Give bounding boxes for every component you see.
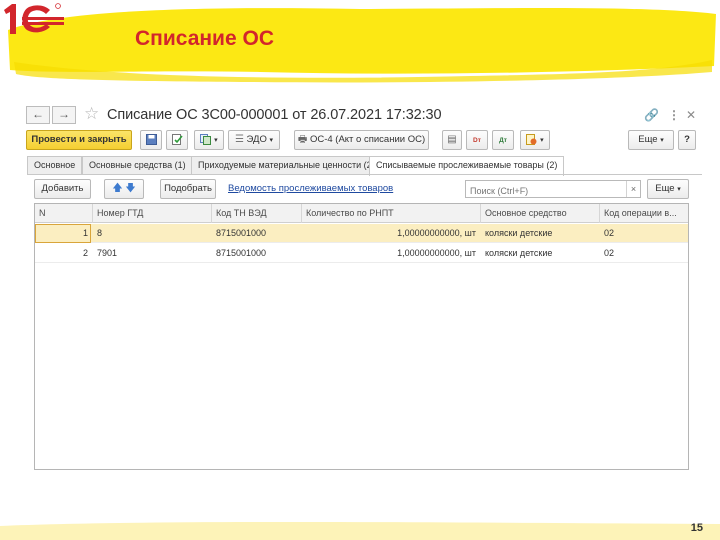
arrow-right-icon: → <box>58 107 70 121</box>
highlighter-stroke <box>8 8 716 83</box>
cell-rnpt-qty[interactable]: 1,00000000000, шт <box>302 224 481 243</box>
table-more-button[interactable]: Еще ▾ <box>647 179 689 199</box>
post-button[interactable] <box>166 130 188 150</box>
edo-label: ЭДО <box>246 134 267 145</box>
chevron-down-icon: ▾ <box>660 137 664 144</box>
help-button[interactable]: ? <box>678 130 696 150</box>
move-row-buttons[interactable]: 🡅 🡇 <box>104 179 144 199</box>
link-icon[interactable]: 🔗 <box>644 108 659 122</box>
cell-n[interactable]: 1 <box>35 224 93 243</box>
slide-header: Списание ОС <box>0 0 720 86</box>
tab-fixed-assets[interactable]: Основные средства (1) <box>82 156 193 175</box>
printer-icon: 🖶 <box>297 134 308 145</box>
dt-ku-icon: Дт <box>499 137 507 144</box>
save-button[interactable] <box>140 130 162 150</box>
main-toolbar: Провести и закрыть ▾ ☰ ЭДО ▾ 🖶 ОС-4 (Акт… <box>22 130 702 152</box>
table-more-label: Еще <box>655 183 675 194</box>
table-row[interactable]: 1 8 8715001000 1,00000000000, шт коляски… <box>35 224 688 243</box>
create-based-on-button[interactable]: ▾ <box>194 130 224 150</box>
col-gtd-number[interactable]: Номер ГТД <box>93 204 212 223</box>
col-operation-code[interactable]: Код операции в... <box>600 204 688 223</box>
chevron-down-icon: ▾ <box>540 137 544 144</box>
cell-rnpt-qty[interactable]: 1,00000000000, шт <box>302 244 481 263</box>
document-window: ← → ☆ Списание ОС 3С00-000001 от 26.07.2… <box>22 100 702 482</box>
search-box[interactable]: × <box>465 180 641 199</box>
cell-fixed-asset[interactable]: коляски детские <box>481 224 600 243</box>
arrow-left-icon: ← <box>32 107 44 121</box>
attach-files-button[interactable]: ▾ <box>520 130 550 150</box>
cell-n[interactable]: 2 <box>35 244 93 263</box>
more-icon[interactable]: ⋮ <box>668 108 680 122</box>
report-button[interactable]: ▤ <box>442 130 462 150</box>
col-tnved-code[interactable]: Код ТН ВЭД <box>212 204 302 223</box>
slide-title: Списание ОС <box>135 27 274 50</box>
col-rnpt-qty[interactable]: Количество по РНПТ <box>302 204 481 223</box>
more-label: Еще <box>638 134 658 145</box>
tab-incoming-materials[interactable]: Приходуемые материальные ценности (2) <box>191 156 382 175</box>
col-fixed-asset[interactable]: Основное средство <box>481 204 600 223</box>
arrow-down-icon[interactable]: 🡇 <box>125 183 135 194</box>
footer-stroke <box>0 522 720 540</box>
pick-button[interactable]: Подобрать <box>160 179 216 199</box>
table-row[interactable]: 2 7901 8715001000 1,00000000000, шт коля… <box>35 244 688 263</box>
files-icon <box>526 133 537 145</box>
cell-gtd-number[interactable]: 7901 <box>93 244 212 263</box>
clear-search-icon[interactable]: × <box>626 181 640 197</box>
edo-icon: ☰ <box>234 134 244 145</box>
list-icon: ▤ <box>447 134 457 145</box>
back-button[interactable]: ← <box>26 106 50 124</box>
favorite-star-icon[interactable]: ☆ <box>84 104 99 124</box>
close-icon[interactable]: ✕ <box>686 108 696 122</box>
arrow-up-icon[interactable]: 🡅 <box>112 183 122 194</box>
cell-fixed-asset[interactable]: коляски детские <box>481 244 600 263</box>
print-form-button[interactable]: 🖶 ОС-4 (Акт о списании ОС) <box>294 130 429 150</box>
add-row-button[interactable]: Добавить <box>34 179 91 199</box>
create-based-on-icon <box>200 133 212 145</box>
print-form-label: ОС-4 (Акт о списании ОС) <box>309 134 426 145</box>
tab-traceable-goods[interactable]: Списываемые прослеживаемые товары (2) <box>369 156 565 176</box>
tab-divider <box>27 174 702 175</box>
tab-main[interactable]: Основное <box>27 156 83 175</box>
traceable-goods-table: N Номер ГТД Код ТН ВЭД Количество по РНП… <box>34 203 689 470</box>
chevron-down-icon: ▾ <box>214 137 218 144</box>
dt-kt-button[interactable]: Dт <box>466 130 488 150</box>
cell-tnved-code[interactable]: 8715001000 <box>212 244 302 263</box>
edo-button[interactable]: ☰ ЭДО ▾ <box>228 130 280 150</box>
save-icon <box>145 133 157 145</box>
cell-tnved-code[interactable]: 8715001000 <box>212 224 302 243</box>
dt-kt-icon: Dт <box>473 137 481 144</box>
more-actions-button[interactable]: Еще ▾ <box>628 130 674 150</box>
chevron-down-icon: ▾ <box>677 186 681 193</box>
dt-ku-button[interactable]: Дт <box>492 130 514 150</box>
cell-gtd-number[interactable]: 8 <box>93 224 212 243</box>
table-toolbar: Добавить 🡅 🡇 Подобрать Ведомость прослеж… <box>22 179 702 201</box>
chevron-down-icon: ▾ <box>269 137 274 144</box>
document-title: Списание ОС 3С00-000001 от 26.07.2021 17… <box>107 107 442 123</box>
table-header: N Номер ГТД Код ТН ВЭД Количество по РНП… <box>35 204 688 223</box>
window-titlebar: ← → ☆ Списание ОС 3С00-000001 от 26.07.2… <box>22 100 702 128</box>
page-number: 15 <box>690 522 703 534</box>
traceable-goods-report-link[interactable]: Ведомость прослеживаемых товаров <box>228 183 393 194</box>
col-n[interactable]: N <box>35 204 93 223</box>
logo-1c <box>4 3 64 34</box>
post-and-close-button[interactable]: Провести и закрыть <box>26 130 132 150</box>
search-input[interactable] <box>466 183 621 199</box>
forward-button[interactable]: → <box>52 106 76 124</box>
cell-operation-code[interactable]: 02 <box>600 244 688 263</box>
post-document-icon <box>171 133 183 145</box>
cell-operation-code[interactable]: 02 <box>600 224 688 243</box>
